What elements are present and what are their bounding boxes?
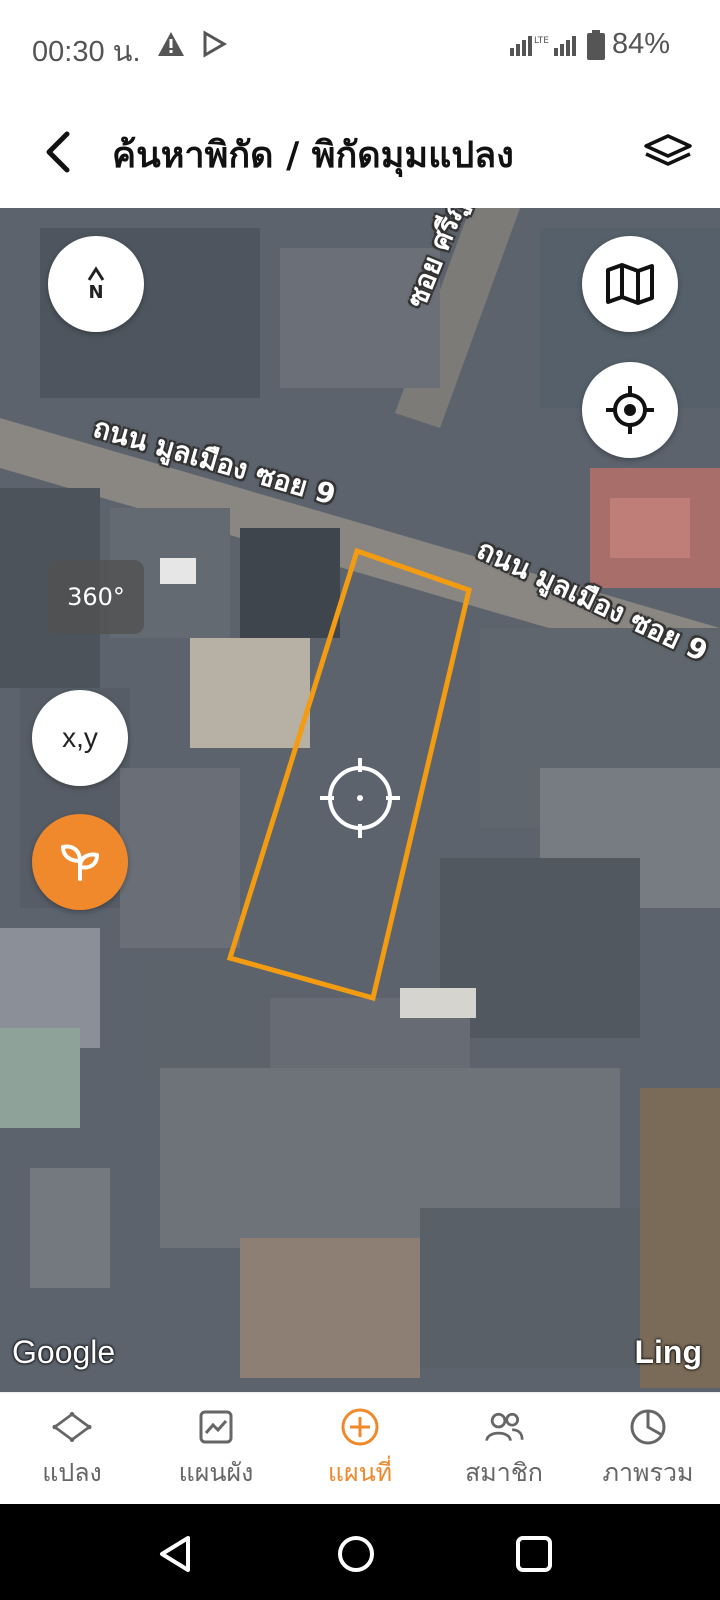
play-store-icon	[200, 30, 228, 62]
signal-icon: LTE	[510, 32, 578, 62]
warning-icon	[156, 30, 186, 62]
nav-item-plan[interactable]: แผนผัง	[144, 1393, 288, 1504]
pie-chart-icon	[628, 1407, 668, 1447]
app-header: ค้นหาพิกัด / พิกัดมุมแปลง	[0, 96, 720, 208]
compass-button[interactable]: N	[48, 236, 144, 332]
compass-arrow-icon	[87, 265, 105, 281]
home-circle-icon[interactable]	[336, 1534, 376, 1574]
plant-button[interactable]	[32, 814, 128, 910]
compass-letter: N	[88, 281, 104, 303]
nav-label-plan: แผนผัง	[178, 1458, 254, 1487]
chart-image-icon	[196, 1407, 236, 1447]
back-button[interactable]	[30, 124, 86, 180]
google-logo: Google	[12, 1334, 116, 1370]
xy-label: x,y	[62, 722, 98, 753]
users-icon	[484, 1407, 524, 1447]
nav-item-map[interactable]: แผนที่	[288, 1393, 432, 1504]
layers-icon	[644, 134, 692, 166]
sprout-icon	[61, 844, 99, 881]
svg-text:LTE: LTE	[534, 36, 549, 46]
status-bar: 00:30 น. LTE 84%	[0, 0, 720, 96]
ling-logo: Ling	[634, 1334, 702, 1370]
diamond-icon	[52, 1407, 92, 1447]
status-time: 00:30 น.	[32, 36, 141, 68]
back-triangle-icon[interactable]	[156, 1534, 196, 1574]
my-location-icon	[606, 386, 654, 434]
crosshair-icon	[320, 758, 400, 838]
nav-label-map: แผนที่	[327, 1458, 393, 1487]
nav-label-members: สมาชิก	[465, 1458, 543, 1487]
rotate-360-button[interactable]: 360°	[48, 560, 144, 634]
nav-item-overview[interactable]: ภาพรวม	[576, 1393, 720, 1504]
recents-square-icon[interactable]	[514, 1534, 554, 1574]
layers-button[interactable]	[638, 122, 698, 182]
page-title: ค้นหาพิกัด / พิกัดมุมแปลง	[112, 135, 514, 176]
battery-percent: 84%	[611, 28, 670, 60]
xy-coordinate-button[interactable]: x,y	[32, 690, 128, 786]
chevron-left-icon	[46, 131, 70, 173]
add-circle-icon	[340, 1407, 380, 1447]
nav-item-members[interactable]: สมาชิก	[432, 1393, 576, 1504]
nav-label-overview: ภาพรวม	[602, 1458, 694, 1487]
system-nav-bar	[0, 1504, 720, 1600]
my-location-button[interactable]	[582, 362, 678, 458]
nav-item-parcel[interactable]: แปลง	[0, 1393, 144, 1504]
map-icon	[606, 263, 654, 305]
map-type-button[interactable]	[582, 236, 678, 332]
battery-icon	[586, 30, 606, 64]
satellite-map[interactable]: ซอย ศรีภูมิ 2 ถนน มูลเมือง ซอย 9 ถนน มูล…	[0, 208, 720, 1392]
nav-label-parcel: แปลง	[42, 1458, 102, 1487]
bottom-nav: แปลง แผนผัง แผนที่ สมาชิก ภาพรวม	[0, 1392, 720, 1504]
